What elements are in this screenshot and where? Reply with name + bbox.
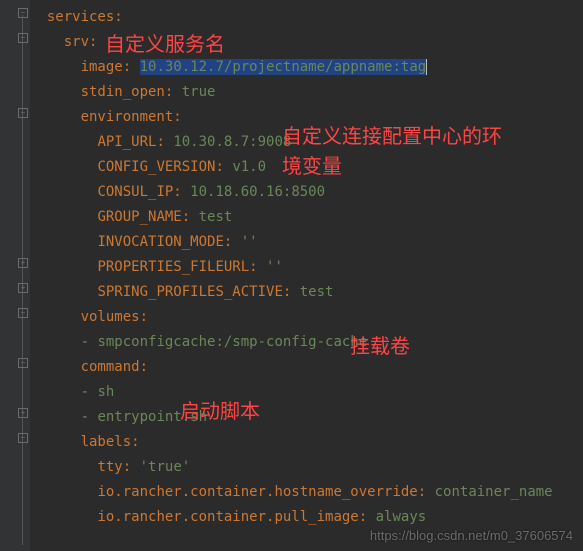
code-line[interactable]: SPRING_PROFILES_ACTIVE: test [30, 280, 583, 305]
gutter: − − − + + − − + − [0, 0, 30, 551]
code-line[interactable]: environment: [30, 105, 583, 130]
code-line[interactable]: GROUP_NAME: test [30, 205, 583, 230]
fold-icon[interactable]: + [18, 408, 28, 418]
code-line[interactable]: API_URL: 10.30.8.7:9008 [30, 130, 583, 155]
code-line[interactable]: tty: 'true' [30, 455, 583, 480]
fold-icon[interactable]: − [18, 358, 28, 368]
code-line[interactable]: CONSUL_IP: 10.18.60.16:8500 [30, 180, 583, 205]
code-line[interactable]: services: [30, 5, 583, 30]
code-line[interactable]: io.rancher.container.pull_image: always [30, 505, 583, 530]
fold-icon[interactable]: + [18, 283, 28, 293]
code-line[interactable]: CONFIG_VERSION: v1.0 [30, 155, 583, 180]
code-line[interactable]: volumes: [30, 305, 583, 330]
fold-icon[interactable]: − [18, 8, 28, 18]
code-line[interactable]: labels: [30, 430, 583, 455]
code-line[interactable]: srv: [30, 30, 583, 55]
code-editor[interactable]: − − − + + − − + − services: srv: image: 10.30.12… [0, 0, 583, 551]
code-line[interactable]: PROPERTIES_FILEURL: '' [30, 255, 583, 280]
code-line[interactable]: - sh [30, 380, 583, 405]
code-line[interactable]: - entrypoint.sh [30, 405, 583, 430]
code-area[interactable]: services: srv: image: 10.30.12.7/project… [30, 0, 583, 551]
fold-icon[interactable]: − [18, 433, 28, 443]
fold-icon[interactable]: − [18, 308, 28, 318]
fold-line [22, 15, 23, 545]
fold-icon[interactable]: − [18, 33, 28, 43]
code-line[interactable]: io.rancher.container.hostname_override: … [30, 480, 583, 505]
code-line[interactable]: - smpconfigcache:/smp-config-cache [30, 330, 583, 355]
fold-icon[interactable]: − [18, 108, 28, 118]
fold-icon[interactable]: + [18, 258, 28, 268]
code-line[interactable]: stdin_open: true [30, 80, 583, 105]
watermark: https://blog.csdn.net/m0_37606574 [370, 528, 573, 543]
code-line[interactable]: INVOCATION_MODE: '' [30, 230, 583, 255]
code-line[interactable]: command: [30, 355, 583, 380]
code-line[interactable]: image: 10.30.12.7/projectname/appname:ta… [30, 55, 583, 80]
